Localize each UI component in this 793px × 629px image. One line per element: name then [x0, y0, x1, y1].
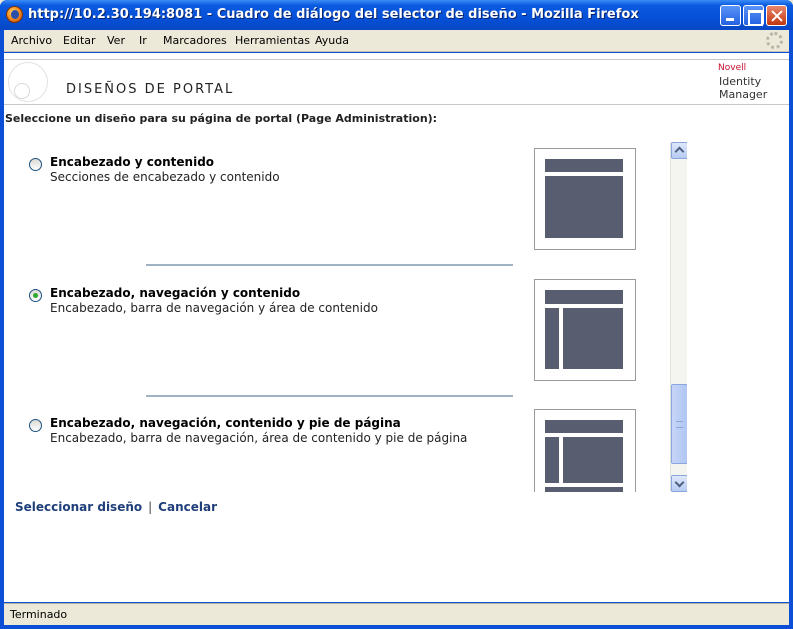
- page-title: DISEÑOS DE PORTAL: [66, 82, 235, 97]
- browser-window: http://10.2.30.194:8081 - Cuadro de diál…: [0, 0, 793, 629]
- thumb-header-block: [545, 290, 623, 304]
- minimize-button[interactable]: [720, 5, 741, 26]
- scroll-down-button[interactable]: [671, 475, 687, 492]
- menu-ver[interactable]: Ver: [107, 34, 125, 47]
- thumb-header-block: [545, 420, 623, 433]
- thumb-content-block: [563, 308, 623, 369]
- thumb-nav-block: [545, 308, 559, 369]
- menu-herramientas[interactable]: Herramientas: [235, 34, 310, 47]
- select-layout-link[interactable]: Seleccionar diseño: [15, 500, 142, 514]
- menu-ir[interactable]: Ir: [139, 34, 147, 47]
- action-links: Seleccionar diseño | Cancelar: [15, 500, 217, 514]
- layout-title: Encabezado y contenido: [50, 155, 215, 169]
- menu-bar: Archivo Editar Ver Ir Marcadores Herrami…: [4, 30, 789, 52]
- thumb-nav-block: [545, 437, 559, 483]
- layout-radio-2[interactable]: [29, 289, 42, 302]
- thumb-content-block: [545, 176, 623, 238]
- throbber-icon: [766, 32, 783, 49]
- layout-description: Encabezado, barra de navegación y área d…: [50, 301, 378, 315]
- thumb-footer-block: [545, 487, 623, 492]
- window-title: http://10.2.30.194:8081 - Cuadro de diál…: [28, 7, 639, 22]
- title-bar[interactable]: http://10.2.30.194:8081 - Cuadro de diál…: [0, 0, 793, 30]
- menu-editar[interactable]: Editar: [63, 34, 96, 47]
- scroll-up-button[interactable]: [671, 142, 687, 159]
- layout-radio-1[interactable]: [29, 158, 42, 171]
- logo-manager: Manager: [719, 88, 768, 101]
- layout-option-header-content[interactable]: Encabezado y contenido Secciones de enca…: [19, 148, 659, 278]
- menu-archivo[interactable]: Archivo: [11, 34, 52, 47]
- menu-ayuda[interactable]: Ayuda: [315, 34, 349, 47]
- option-divider: [146, 395, 513, 397]
- layout-description: Secciones de encabezado y contenido: [50, 170, 280, 184]
- status-text: Terminado: [10, 608, 68, 621]
- action-separator: |: [148, 500, 153, 514]
- logo-identity: Identity: [719, 75, 762, 88]
- instructions-text: Seleccione un diseño para su página de p…: [5, 112, 438, 125]
- layout-option-header-nav-content-footer[interactable]: Encabezado, navegación, contenido y pie …: [19, 409, 659, 492]
- cancel-link[interactable]: Cancelar: [158, 500, 217, 514]
- page-content: DISEÑOS DE PORTAL Novell Identity Manage…: [4, 53, 789, 602]
- vertical-scrollbar[interactable]: [670, 142, 687, 492]
- scroll-thumb[interactable]: [671, 384, 687, 464]
- thumb-header-block: [545, 159, 623, 172]
- layout-thumbnail[interactable]: [534, 409, 636, 492]
- header-banner: DISEÑOS DE PORTAL Novell Identity Manage…: [4, 59, 789, 105]
- layout-description: Encabezado, barra de navegación, área de…: [50, 431, 468, 445]
- layout-radio-3[interactable]: [29, 419, 42, 432]
- layout-list[interactable]: Encabezado y contenido Secciones de enca…: [19, 142, 687, 492]
- layout-title: Encabezado, navegación, contenido y pie …: [50, 416, 401, 430]
- layout-option-header-nav-content[interactable]: Encabezado, navegación y contenido Encab…: [19, 279, 659, 409]
- layout-title: Encabezado, navegación y contenido: [50, 286, 301, 300]
- firefox-icon: [6, 6, 23, 23]
- novell-logo: Novell: [718, 63, 747, 73]
- thumb-content-block: [563, 437, 623, 483]
- layout-thumbnail[interactable]: [534, 148, 636, 250]
- maximize-button[interactable]: [743, 5, 764, 26]
- decorative-ring-icon: [14, 83, 30, 99]
- close-button[interactable]: [766, 5, 787, 26]
- option-divider: [146, 264, 513, 266]
- menu-marcadores[interactable]: Marcadores: [163, 34, 227, 47]
- status-bar: Terminado: [4, 603, 789, 625]
- layout-thumbnail[interactable]: [534, 279, 636, 381]
